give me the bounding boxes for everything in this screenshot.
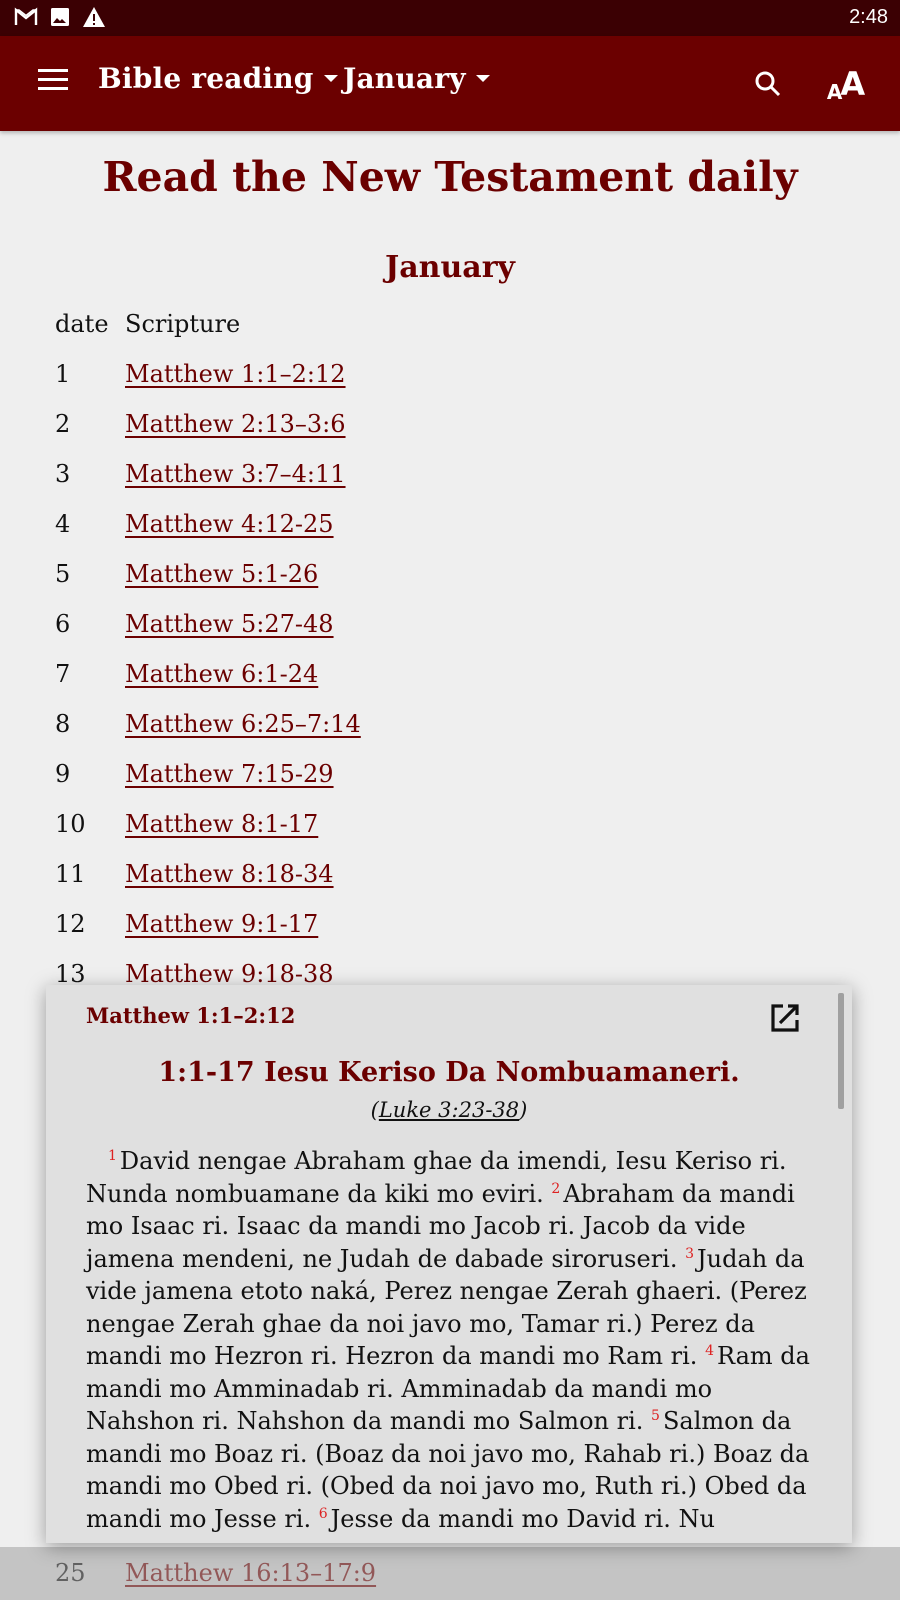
row-date: 4 xyxy=(55,510,71,538)
row-date: 6 xyxy=(55,610,71,638)
verse-number[interactable]: 3 xyxy=(685,1246,694,1262)
verse-number[interactable]: 6 xyxy=(319,1506,328,1522)
scripture-link[interactable]: Matthew 6:25–7:14 xyxy=(125,710,361,738)
row-date: 11 xyxy=(55,860,86,888)
table-row: 10 Matthew 8:1-17 xyxy=(55,799,361,849)
scripture-link[interactable]: Matthew 5:1-26 xyxy=(125,560,318,588)
verse-content: Jesse da mandi mo David ri. Nu xyxy=(330,1504,715,1533)
scripture-link[interactable]: Matthew 9:18-38 xyxy=(125,960,334,988)
scripture-link[interactable]: Matthew 8:18-34 xyxy=(125,860,334,888)
warning-icon xyxy=(82,6,106,28)
month-dropdown[interactable]: January xyxy=(343,62,490,95)
book-dropdown-label: Bible reading xyxy=(98,62,314,95)
caret-down-icon xyxy=(475,75,490,82)
status-bar: 2:48 xyxy=(0,0,900,36)
hidden-row-container: 25 Matthew 16:13–17:9 xyxy=(55,1548,376,1598)
table-row: 4 Matthew 4:12-25 xyxy=(55,499,361,549)
scripture-link[interactable]: Matthew 8:1-17 xyxy=(125,810,318,838)
month-dropdown-label: January xyxy=(343,62,466,95)
parallel-passage-link[interactable]: Luke 3:23-38 xyxy=(379,1098,519,1122)
scripture-link[interactable]: Matthew 4:12-25 xyxy=(125,510,334,538)
scripture-link[interactable]: Matthew 16:13–17:9 xyxy=(125,1559,376,1587)
scripture-link[interactable]: Matthew 2:13–3:6 xyxy=(125,410,346,438)
row-date: 3 xyxy=(55,460,71,488)
search-icon xyxy=(755,71,781,97)
verse-number[interactable]: 5 xyxy=(651,1408,660,1424)
row-date: 2 xyxy=(55,410,71,438)
page-title: Read the New Testament daily xyxy=(102,153,798,201)
row-date: 1 xyxy=(55,360,71,388)
row-date: 10 xyxy=(55,810,86,838)
popup-reference: Matthew 1:1–2:12 xyxy=(86,1003,296,1028)
table-row: 7 Matthew 6:1-24 xyxy=(55,649,361,699)
scripture-link[interactable]: Matthew 7:15-29 xyxy=(125,760,334,788)
verse-text: 1 David nengae Abraham ghae da imendi, Ie… xyxy=(86,1145,816,1535)
gmail-icon xyxy=(14,7,38,27)
image-icon xyxy=(50,7,70,27)
parallel-passage: (Luke 3:23-38) xyxy=(370,1098,528,1122)
caret-down-icon xyxy=(323,75,338,82)
search-button[interactable] xyxy=(744,60,792,108)
text-size-icon: AA xyxy=(826,65,866,104)
scripture-link[interactable]: Matthew 3:7–4:11 xyxy=(125,460,346,488)
scripture-link[interactable]: Matthew 1:1–2:12 xyxy=(125,360,346,388)
book-dropdown[interactable]: Bible reading xyxy=(98,62,338,95)
scripture-link[interactable]: Matthew 6:1-24 xyxy=(125,660,318,688)
verse-number[interactable]: 4 xyxy=(705,1343,714,1359)
app-bar: Bible reading January AA xyxy=(0,36,900,131)
open-external-icon xyxy=(771,1004,799,1032)
verse-number[interactable]: 1 xyxy=(108,1148,117,1164)
table-row: 9 Matthew 7:15-29 xyxy=(55,749,361,799)
hamburger-icon xyxy=(38,69,68,72)
schedule-table: date Scripture 1 Matthew 1:1–2:12 2 Matthew… xyxy=(55,299,361,999)
row-date: 7 xyxy=(55,660,71,688)
table-row: 1 Matthew 1:1–2:12 xyxy=(55,349,361,399)
scripture-link[interactable]: Matthew 5:27-48 xyxy=(125,610,334,638)
row-date: 5 xyxy=(55,560,71,588)
row-date: 8 xyxy=(55,710,71,738)
table-header: date Scripture xyxy=(55,299,361,349)
text-size-button[interactable]: AA xyxy=(822,60,870,108)
scripture-link[interactable]: Matthew 9:1-17 xyxy=(125,910,318,938)
passage-preview-popup: Matthew 1:1–2:12 1:1-17 Iesu Keriso Da N… xyxy=(46,985,852,1543)
table-row: 25 Matthew 16:13–17:9 xyxy=(55,1548,376,1598)
table-row: 8 Matthew 6:25–7:14 xyxy=(55,699,361,749)
verse-number[interactable]: 2 xyxy=(551,1181,560,1197)
open-in-reader-button[interactable] xyxy=(768,1001,802,1035)
table-row: 2 Matthew 2:13–3:6 xyxy=(55,399,361,449)
table-row: 11 Matthew 8:18-34 xyxy=(55,849,361,899)
section-title: 1:1-17 Iesu Keriso Da Nombuamaneri. xyxy=(158,1057,740,1088)
header-scripture: Scripture xyxy=(125,310,241,338)
menu-button[interactable] xyxy=(38,69,68,95)
clock: 2:48 xyxy=(849,6,888,28)
row-date: 12 xyxy=(55,910,86,938)
table-row: 12 Matthew 9:1-17 xyxy=(55,899,361,949)
month-heading: January xyxy=(385,250,515,285)
popup-scrollbar[interactable] xyxy=(838,993,844,1109)
table-row: 5 Matthew 5:1-26 xyxy=(55,549,361,599)
row-date: 9 xyxy=(55,760,71,788)
table-row: 3 Matthew 3:7–4:11 xyxy=(55,449,361,499)
row-date: 25 xyxy=(55,1559,86,1587)
header-date: date xyxy=(55,310,109,338)
row-date: 13 xyxy=(55,960,86,988)
table-row: 6 Matthew 5:27-48 xyxy=(55,599,361,649)
